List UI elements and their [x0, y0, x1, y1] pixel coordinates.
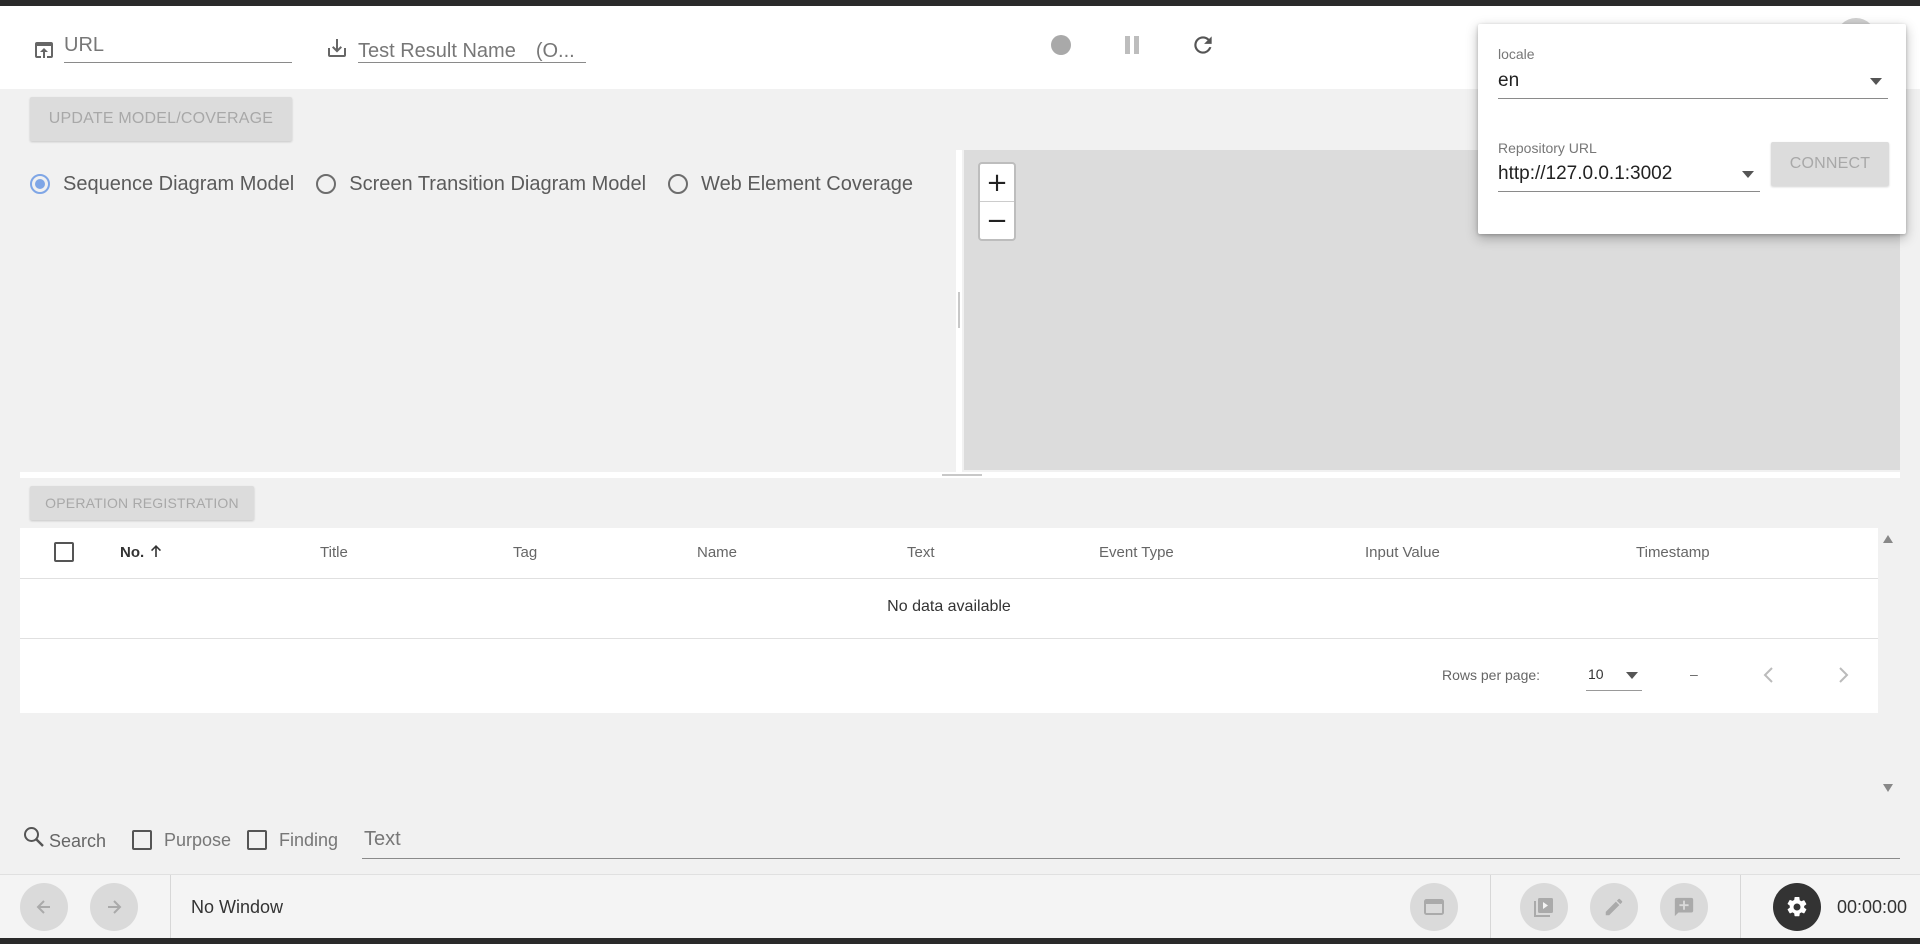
back-button[interactable]	[20, 883, 68, 931]
dropdown-arrow-icon	[1742, 171, 1754, 178]
rows-per-page-label: Rows per page:	[1442, 667, 1541, 683]
footer-bar: No Window 00:00:00	[0, 874, 1920, 939]
radio-label-web-element: Web Element Coverage	[701, 172, 914, 195]
zoom-control: + −	[978, 162, 1016, 241]
column-header-text[interactable]: Text	[907, 544, 935, 561]
radio-button-selected[interactable]	[30, 174, 50, 194]
scroll-up-icon[interactable]	[1883, 535, 1893, 543]
refresh-button[interactable]	[1190, 32, 1216, 58]
column-header-no[interactable]: No.	[120, 544, 144, 561]
rows-per-page-value: 10	[1588, 666, 1604, 682]
search-label: Search	[49, 831, 107, 851]
dropdown-arrow-icon	[1626, 672, 1638, 679]
search-text-input[interactable]: Text	[362, 822, 1900, 859]
footer-divider	[1740, 875, 1741, 939]
zoom-out-button[interactable]: −	[980, 202, 1014, 239]
model-type-radio-group: Sequence Diagram Model Screen Transition…	[30, 168, 935, 200]
scroll-down-icon[interactable]	[1883, 784, 1893, 792]
finding-checkbox[interactable]	[247, 830, 267, 850]
locale-select[interactable]: en	[1498, 64, 1888, 99]
pencil-icon	[1605, 898, 1623, 916]
sort-ascending-icon[interactable]	[148, 543, 164, 559]
operations-table: No. Title Tag Name Text Event Type Input…	[20, 528, 1878, 713]
radio-button[interactable]	[316, 174, 337, 194]
radio-web-element-coverage[interactable]: Web Element Coverage	[668, 173, 913, 196]
screenshot-button[interactable]	[1520, 883, 1568, 931]
window-select-button[interactable]	[1410, 883, 1458, 931]
pause-button[interactable]	[1122, 34, 1142, 56]
radio-label-sequence: Sequence Diagram Model	[63, 172, 295, 195]
record-button[interactable]	[1050, 34, 1072, 56]
elapsed-timer: 00:00:00	[1837, 897, 1908, 917]
search-text-placeholder: Text	[364, 828, 401, 850]
test-result-name-placeholder: Test Result Name (O...	[358, 40, 575, 62]
column-header-title[interactable]: Title	[320, 544, 348, 561]
download-icon	[325, 36, 349, 60]
gear-icon	[1787, 896, 1807, 917]
update-model-coverage-button[interactable]: UPDATE MODEL/COVERAGE	[30, 97, 292, 141]
add-note-button[interactable]	[1660, 883, 1708, 931]
search-row: Search Purpose Finding Text	[22, 822, 1900, 859]
video-library-icon	[1534, 898, 1553, 917]
repository-url-value: http://127.0.0.1:3002	[1498, 163, 1673, 184]
empty-table-message: No data available	[887, 598, 1011, 615]
url-placeholder: URL	[64, 34, 105, 56]
footer-divider	[170, 875, 171, 939]
column-header-timestamp[interactable]: Timestamp	[1636, 544, 1710, 561]
repository-url-label: Repository URL	[1498, 140, 1597, 156]
open-url-icon	[32, 38, 56, 62]
previous-page-icon[interactable]	[1762, 666, 1774, 684]
arrow-left-icon	[36, 900, 50, 914]
zoom-in-button[interactable]: +	[980, 164, 1014, 202]
footer-divider	[1490, 875, 1491, 939]
page-range: –	[1690, 666, 1698, 682]
locale-value: en	[1498, 70, 1520, 91]
test-result-name-input[interactable]: Test Result Name (O...	[358, 30, 586, 63]
operation-registration-button[interactable]: OPERATION REGISTRATION	[30, 486, 254, 520]
splitter-handle[interactable]	[958, 292, 960, 328]
repository-url-select[interactable]: http://127.0.0.1:3002	[1498, 157, 1760, 192]
radio-screen-transition[interactable]: Screen Transition Diagram Model	[316, 173, 646, 196]
column-header-tag[interactable]: Tag	[513, 544, 537, 561]
radio-button[interactable]	[668, 174, 689, 194]
body-divider	[20, 638, 1878, 639]
finding-label: Finding	[279, 830, 339, 850]
rows-per-page-select[interactable]: 10	[1586, 662, 1642, 691]
arrow-right-icon	[108, 900, 122, 914]
header-divider	[20, 578, 1878, 579]
forward-button[interactable]	[90, 883, 138, 931]
edit-button[interactable]	[1590, 883, 1638, 931]
purpose-label: Purpose	[164, 830, 232, 850]
dropdown-arrow-icon	[1870, 78, 1882, 85]
settings-button[interactable]	[1773, 883, 1821, 931]
window-bottom-edge	[0, 938, 1920, 944]
select-all-checkbox[interactable]	[54, 542, 74, 562]
horizontal-splitter[interactable]	[20, 472, 1900, 478]
add-comment-icon	[1674, 897, 1694, 917]
purpose-checkbox[interactable]	[132, 830, 152, 850]
search-icon	[22, 825, 46, 849]
radio-sequence-diagram[interactable]: Sequence Diagram Model	[30, 173, 294, 196]
vertical-splitter[interactable]	[956, 150, 962, 472]
window-icon	[1424, 899, 1444, 915]
column-header-event-type[interactable]: Event Type	[1099, 544, 1174, 561]
splitter-handle[interactable]	[942, 474, 982, 476]
column-header-name[interactable]: Name	[697, 544, 737, 561]
next-page-icon[interactable]	[1838, 666, 1850, 684]
connect-button[interactable]: CONNECT	[1771, 142, 1889, 186]
radio-label-screen-transition: Screen Transition Diagram Model	[349, 172, 647, 195]
column-header-input-value[interactable]: Input Value	[1365, 544, 1440, 561]
locale-label: locale	[1498, 46, 1535, 62]
settings-popover: locale en Repository URL http://127.0.0.…	[1478, 24, 1906, 234]
window-status: No Window	[191, 897, 284, 917]
url-input[interactable]: URL	[64, 30, 292, 63]
